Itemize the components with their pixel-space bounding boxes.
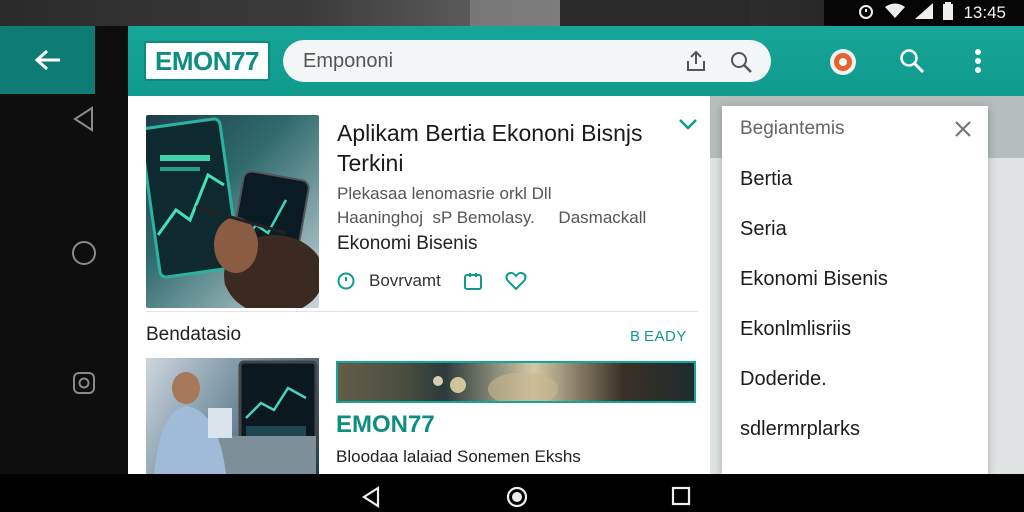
search-placeholder: Empononi (303, 49, 394, 72)
search-input[interactable]: Empononi (283, 40, 771, 82)
arrow-left-icon (34, 49, 60, 71)
category-dropdown-menu: Begiantemis Bertia Seria Ekonomi Bisenis… (722, 106, 988, 474)
nav-back-icon[interactable] (361, 486, 381, 508)
status-bar: 13:45 (824, 0, 1024, 26)
bookmark-icon[interactable] (463, 271, 483, 291)
search-icon[interactable] (899, 48, 925, 74)
more-options-icon[interactable] (973, 48, 983, 74)
system-camera-icon[interactable] (73, 372, 95, 394)
system-side-strip (0, 26, 128, 512)
clock-icon (337, 272, 355, 290)
status-time: 13:45 (963, 3, 1006, 22)
share-icon[interactable] (685, 50, 707, 72)
second-article-brand[interactable]: EMON77 (336, 411, 435, 439)
featured-article-description: Plekasaa lenomasrie orkl Dll Haaninghoj … (337, 184, 647, 227)
featured-article-category[interactable]: Ekonomi Bisenis (337, 233, 477, 255)
section-action-link[interactable]: B EADY (630, 328, 687, 345)
menu-item-seria[interactable]: Seria (740, 218, 787, 241)
notification-icon[interactable] (829, 48, 857, 76)
menu-item-sdlermrplarks[interactable]: sdlermrplarks (740, 418, 860, 441)
chevron-down-icon[interactable] (678, 117, 698, 131)
back-button[interactable] (0, 26, 95, 94)
divider (146, 311, 698, 312)
second-article-snippet[interactable]: Bloodaa lalaiad Sonemen Ekshs (336, 446, 636, 468)
nav-recents-icon[interactable] (671, 486, 691, 506)
section-title: Bendatasio (146, 324, 242, 345)
app-logo[interactable]: EMON77 (144, 41, 270, 81)
battery-icon (943, 1, 954, 25)
menu-item-ekonomi-bisenis[interactable]: Ekonomi Bisenis (740, 268, 888, 291)
menu-item-ekonlmlisriis[interactable]: Ekonlmlisriis (740, 318, 851, 341)
system-back-icon[interactable] (72, 106, 96, 132)
wifi-icon (885, 3, 906, 24)
heart-icon[interactable] (505, 271, 527, 291)
app-bar: EMON77 Empononi (128, 26, 1024, 96)
signal-icon (915, 2, 934, 24)
featured-article-actions: Bovrvamt (337, 271, 527, 291)
second-article-image[interactable] (146, 358, 319, 474)
featured-article-image[interactable] (146, 115, 319, 308)
nav-home-icon[interactable] (506, 486, 528, 508)
menu-header: Begiantemis (740, 118, 845, 139)
second-article-banner[interactable] (336, 361, 696, 403)
screen: 13:45 EMON77 Empononi Aplikam Bertia Eko… (0, 0, 1024, 512)
system-home-icon[interactable] (72, 241, 96, 265)
alarm-icon (857, 2, 875, 25)
search-icon[interactable] (729, 50, 753, 74)
menu-item-bertia[interactable]: Bertia (740, 168, 792, 191)
save-label[interactable]: Bovrvamt (369, 271, 441, 291)
close-icon[interactable] (954, 120, 972, 138)
menu-item-doderide[interactable]: Doderide. (740, 368, 827, 391)
featured-article-title[interactable]: Aplikam Bertia Ekononi Bisnjs Terkini (337, 118, 677, 178)
